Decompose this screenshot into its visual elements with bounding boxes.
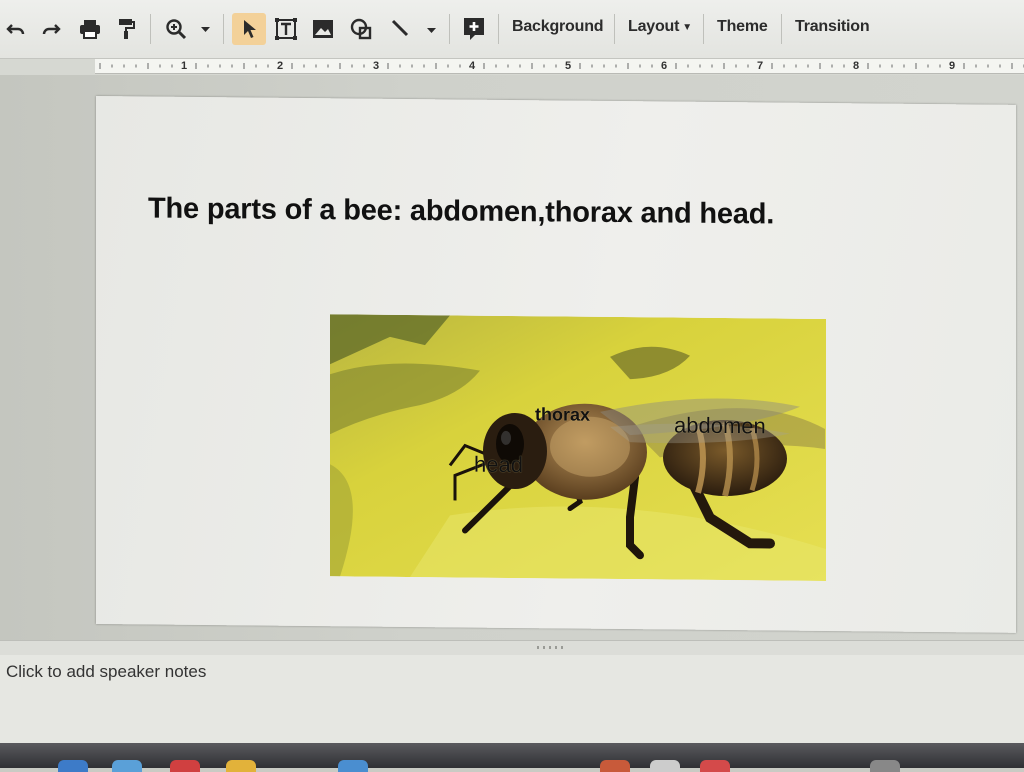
- theme-button[interactable]: Theme: [717, 18, 768, 36]
- toolbar-separator: [449, 14, 450, 44]
- speaker-notes-area[interactable]: Click to add speaker notes: [0, 655, 1024, 743]
- ruler-number: 6: [660, 59, 669, 73]
- dock-app-icon[interactable]: [600, 760, 630, 772]
- dock-app-icon[interactable]: [700, 760, 730, 772]
- bee-photo: [330, 314, 826, 582]
- layout-button-label: Layout: [628, 18, 680, 35]
- ruler-number: 1: [180, 59, 189, 73]
- abdomen-label[interactable]: abdomen: [674, 413, 766, 440]
- ruler-number: 8: [852, 59, 861, 73]
- layout-button[interactable]: Layout ▼: [628, 18, 692, 36]
- shape-icon[interactable]: [347, 13, 375, 45]
- dock-app-icon[interactable]: [226, 760, 256, 772]
- toolbar-separator: [498, 14, 499, 44]
- toolbar-separator: [223, 14, 224, 44]
- horizontal-ruler[interactable]: 1 2 3 4 5 6 7 8 9: [95, 59, 1024, 74]
- redo-icon[interactable]: [39, 13, 63, 45]
- zoom-icon[interactable]: [163, 13, 213, 45]
- new-comment-icon[interactable]: [460, 13, 488, 45]
- toolbar-separator: [150, 14, 151, 44]
- toolbar: Background Layout ▼ Theme Transition: [0, 0, 1024, 59]
- dock-app-icon[interactable]: [170, 760, 200, 772]
- select-icon[interactable]: [232, 13, 266, 45]
- background-button[interactable]: Background: [512, 18, 604, 36]
- chevron-down-icon: ▼: [682, 22, 692, 33]
- ruler-number: 3: [372, 59, 381, 73]
- image-icon[interactable]: [309, 13, 337, 45]
- bee-image[interactable]: thorax abdomen head: [330, 314, 826, 582]
- ruler-number: 7: [756, 59, 765, 73]
- toolbar-separator: [703, 14, 704, 44]
- transition-button[interactable]: Transition: [795, 18, 870, 36]
- notes-resize-handle[interactable]: [0, 640, 1024, 656]
- toolbar-separator: [614, 14, 615, 44]
- dock-app-icon[interactable]: [650, 760, 680, 772]
- ruler-number: 9: [948, 59, 957, 73]
- dock-app-icon[interactable]: [870, 760, 900, 772]
- slide-title[interactable]: The parts of a bee: abdomen,thorax and h…: [148, 192, 774, 231]
- print-icon[interactable]: [77, 13, 103, 45]
- line-icon[interactable]: [388, 13, 440, 45]
- ruler-ticks: [99, 63, 1024, 69]
- undo-icon[interactable]: [4, 13, 28, 45]
- head-label[interactable]: head: [474, 452, 523, 478]
- dock-app-icon[interactable]: [338, 760, 368, 772]
- toolbar-separator: [781, 14, 782, 44]
- speaker-notes-placeholder: Click to add speaker notes: [6, 662, 207, 681]
- ruler-number: 5: [564, 59, 573, 73]
- paint-format-icon[interactable]: [114, 13, 138, 45]
- drag-handle-icon: [537, 646, 563, 649]
- ruler-number: 2: [276, 59, 285, 73]
- dock-app-icon[interactable]: [112, 760, 142, 772]
- dock-app-icon[interactable]: [58, 760, 88, 772]
- os-dock: [0, 743, 1024, 772]
- slide[interactable]: The parts of a bee: abdomen,thorax and h…: [96, 96, 1016, 633]
- thorax-label[interactable]: thorax: [535, 404, 590, 426]
- text-box-icon[interactable]: [272, 13, 300, 45]
- ruler-number: 4: [468, 59, 477, 73]
